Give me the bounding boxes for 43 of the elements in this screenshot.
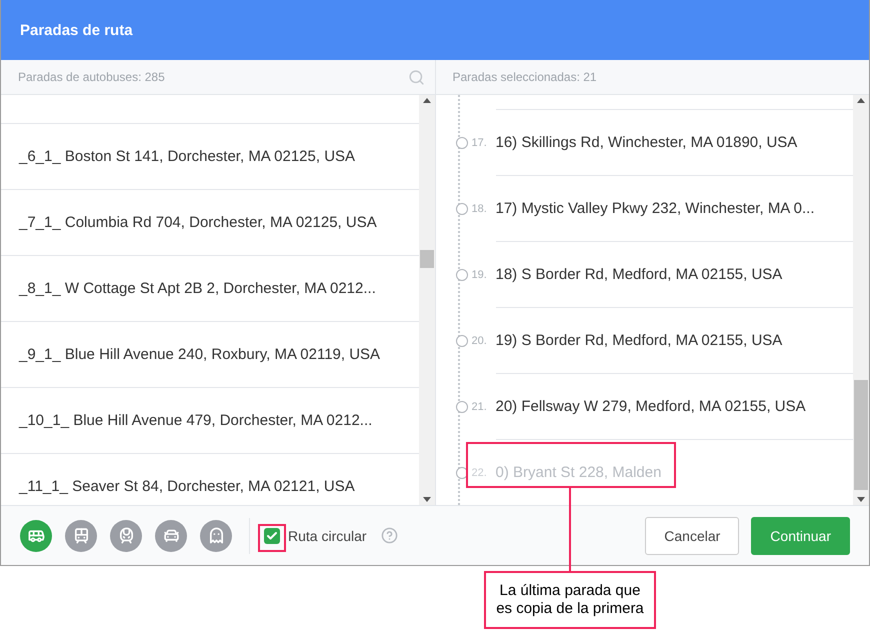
callout-text: La última parada que es copia de la primera bbox=[484, 571, 656, 629]
check-icon bbox=[266, 530, 278, 542]
stop-item[interactable]: _7_1_ Columbia Rd 704, Dorchester, MA 02125, USA bbox=[1, 189, 418, 255]
ghost-button[interactable] bbox=[200, 520, 232, 552]
cancel-button[interactable]: Cancelar bbox=[645, 516, 740, 554]
stop-item[interactable]: _9_1_ Blue Hill Avenue 240, Roxbury, MA 02119, USA bbox=[1, 321, 418, 387]
stop-marker-icon bbox=[456, 136, 468, 148]
stop-number: 17. bbox=[472, 136, 488, 148]
highlight-frame bbox=[258, 524, 286, 552]
list-heading: Paradas de autobuses: 285 bbox=[18, 70, 165, 84]
stop-number: 19. bbox=[472, 268, 488, 280]
stop-marker-icon bbox=[456, 400, 468, 412]
selected-stop[interactable]: 16) Skillings Rd, Winchester, MA 01890, USA bbox=[496, 134, 798, 151]
tram-icon bbox=[72, 527, 90, 544]
stop-number: 18. bbox=[472, 202, 488, 214]
stop-number: 20. bbox=[472, 334, 488, 346]
stop-marker-icon bbox=[456, 466, 468, 478]
stop-item[interactable]: _10_1_ Blue Hill Avenue 479, Dorchester, MA 0212... bbox=[1, 387, 418, 453]
bus-button[interactable] bbox=[20, 520, 52, 552]
car-icon bbox=[162, 527, 180, 544]
ghost-icon bbox=[208, 527, 224, 544]
train-button[interactable] bbox=[110, 520, 142, 552]
stop-item[interactable]: _6_1_ Boston St 141, Dorchester, MA 02125, USA bbox=[1, 123, 418, 189]
selected-stop[interactable]: 17) Mystic Valley Pkwy 232, Winchester, MA 0... bbox=[496, 200, 814, 217]
stop-marker-icon bbox=[456, 202, 468, 214]
tram-button[interactable] bbox=[65, 520, 97, 552]
checkbox-label: Ruta circular bbox=[288, 528, 367, 544]
help-icon[interactable] bbox=[380, 527, 398, 544]
search-icon[interactable] bbox=[408, 68, 424, 86]
train-icon bbox=[118, 527, 134, 544]
selected-stop[interactable]: 20) Fellsway W 279, Medford, MA 02155, USA bbox=[496, 398, 806, 415]
car-button[interactable] bbox=[155, 520, 187, 552]
list-heading: Paradas seleccionadas: 21 bbox=[452, 70, 597, 84]
selected-stop[interactable]: 18) S Border Rd, Medford, MA 02155, USA bbox=[496, 266, 782, 283]
scrollbar[interactable] bbox=[853, 95, 869, 505]
stop-number: 21. bbox=[472, 400, 488, 412]
selected-stop[interactable]: 19) S Border Rd, Medford, MA 02155, USA bbox=[496, 332, 782, 349]
stop-item[interactable]: _8_1_ W Cottage St Apt 2B 2, Dorchester, MA 0212... bbox=[1, 255, 418, 321]
stop-marker-icon bbox=[456, 268, 468, 280]
dialog-title: Paradas de ruta bbox=[1, 0, 869, 60]
checkbox[interactable] bbox=[264, 528, 280, 544]
stop-marker-icon bbox=[456, 334, 468, 346]
scrollbar[interactable] bbox=[418, 95, 434, 505]
